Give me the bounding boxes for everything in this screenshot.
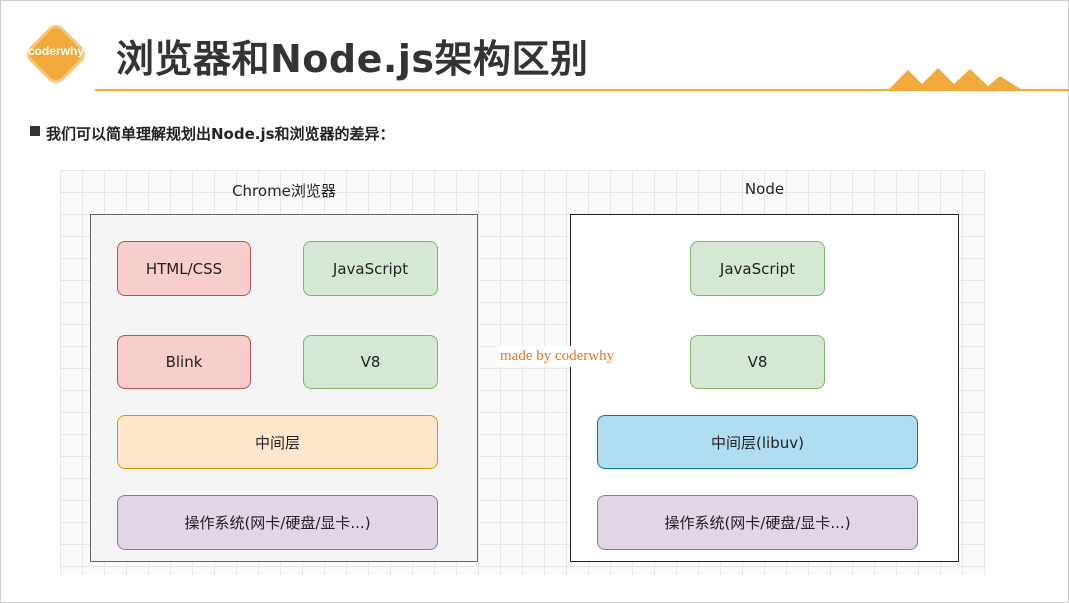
bullet-icon <box>30 126 40 136</box>
page-title: 浏览器和Node.js架构区别 <box>116 37 589 81</box>
node-os-box: 操作系统(网卡/硬盘/显卡...) <box>597 495 918 550</box>
mountains-decoration-icon <box>888 68 1022 90</box>
logo-text: coderwhy <box>27 44 84 58</box>
chrome-html-css-box: HTML/CSS <box>117 241 251 296</box>
chrome-javascript-box: JavaScript <box>303 241 438 296</box>
chrome-blink-box: Blink <box>117 335 251 389</box>
chrome-label: Chrome浏览器 <box>232 182 336 200</box>
node-label: Node <box>744 180 785 198</box>
chrome-os-box: 操作系统(网卡/硬盘/显卡...) <box>117 495 438 550</box>
node-javascript-box: JavaScript <box>690 241 825 296</box>
subtitle: 我们可以简单理解规划出Node.js和浏览器的差异： <box>46 125 395 143</box>
chrome-middle-layer-box: 中间层 <box>117 415 438 469</box>
watermark-text: made by coderwhy <box>497 346 618 367</box>
chrome-v8-box: V8 <box>303 335 438 389</box>
node-v8-box: V8 <box>690 335 825 389</box>
node-middle-layer-box: 中间层(libuv) <box>597 415 918 469</box>
